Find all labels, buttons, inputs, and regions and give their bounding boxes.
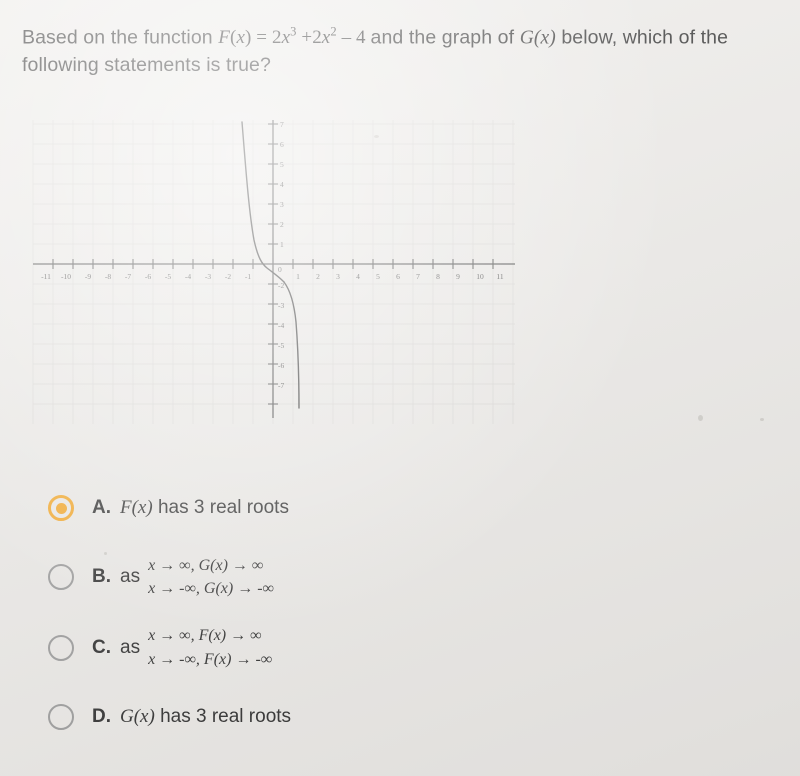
- answer-choice-a[interactable]: A. F(x) has 3 real roots: [48, 486, 748, 530]
- choice-b-limit-line-2: x → -∞, G(x) → -∞: [148, 580, 274, 598]
- svg-text:-9: -9: [85, 272, 91, 281]
- question-middle: and the graph of: [370, 26, 515, 49]
- constant-term: 4: [356, 27, 366, 49]
- choice-letter-a: A.: [92, 497, 111, 518]
- term2-coefficient: 2: [312, 27, 322, 49]
- svg-text:5: 5: [376, 272, 380, 281]
- y-axis-tick-labels: 7 6 5 4 3 2 1 0 -2 -3 -4 -5 -6 -7: [278, 120, 284, 390]
- svg-text:1: 1: [296, 272, 300, 281]
- answer-choice-b[interactable]: B. as x → ∞, G(x) → ∞ x → -∞, G(x) → -∞: [48, 554, 748, 600]
- photo-speck: [698, 415, 703, 421]
- choice-c-as-word: as: [120, 636, 141, 658]
- svg-text:9: 9: [456, 272, 460, 281]
- choice-c-limits: x → ∞, F(x) → ∞ x → -∞, F(x) → -∞: [148, 624, 272, 670]
- choice-b-limits: x → ∞, G(x) → ∞ x → -∞, G(x) → -∞: [148, 554, 274, 600]
- radio-button-c[interactable]: [48, 634, 74, 661]
- function-curve: [241, 121, 285, 283]
- svg-text:0: 0: [278, 265, 282, 274]
- svg-text:5: 5: [280, 160, 284, 169]
- photo-speck: [760, 418, 764, 421]
- function-name: F: [218, 27, 230, 49]
- svg-text:-11: -11: [41, 272, 51, 281]
- radio-button-a[interactable]: [48, 495, 74, 521]
- svg-text:6: 6: [396, 272, 400, 281]
- svg-text:4: 4: [280, 180, 284, 189]
- photo-speck: [374, 135, 379, 138]
- svg-text:-3: -3: [205, 272, 211, 281]
- choice-a-function: F(x): [120, 497, 153, 518]
- question-prefix: Based on the function: [22, 26, 213, 49]
- svg-text:-2: -2: [225, 272, 231, 281]
- svg-text:3: 3: [280, 200, 284, 209]
- choice-letter-d: D.: [92, 705, 111, 727]
- answer-choices: A. F(x) has 3 real roots B. as x → ∞, G(…: [48, 486, 748, 763]
- radio-button-b[interactable]: [48, 564, 74, 591]
- choice-letter-c: C.: [92, 636, 111, 658]
- choice-letter-b: B.: [92, 566, 111, 588]
- function-curve-lower: [283, 281, 300, 409]
- svg-text:2: 2: [316, 272, 320, 281]
- radio-button-d[interactable]: [48, 703, 74, 730]
- term1-coefficient: 2: [271, 27, 282, 49]
- svg-text:7: 7: [416, 272, 420, 281]
- svg-text:-8: -8: [105, 272, 111, 281]
- choice-b-limit-line-1: x → ∞, G(x) → ∞: [148, 557, 264, 574]
- svg-text:-6: -6: [278, 361, 284, 370]
- term1-exponent: 3: [290, 25, 297, 39]
- choice-d-tail: has 3 real roots: [154, 705, 292, 727]
- svg-text:-3: -3: [278, 301, 284, 310]
- svg-text:1: 1: [280, 240, 284, 249]
- term2-exponent: 2: [330, 25, 337, 39]
- svg-text:-5: -5: [165, 272, 171, 281]
- svg-text:11: 11: [496, 272, 503, 281]
- choice-text-d: G(x) has 3 real roots: [120, 706, 291, 728]
- svg-text:2: 2: [280, 220, 284, 229]
- plus-sign: +: [301, 27, 313, 49]
- svg-text:-4: -4: [185, 272, 191, 281]
- choice-c-limit-line-1: x → ∞, F(x) → ∞: [148, 627, 262, 645]
- answer-choice-c[interactable]: C. as x → ∞, F(x) → ∞ x → -∞, F(x) → -∞: [48, 624, 748, 670]
- coordinate-plane-svg: -11 -10 -9 -8 -7 -6 -5 -4 -3 -2 -1 1 2 3…: [32, 120, 515, 424]
- answer-choice-d[interactable]: D. G(x) has 3 real roots: [48, 695, 748, 739]
- svg-text:-4: -4: [278, 321, 284, 330]
- svg-text:-7: -7: [278, 381, 284, 390]
- function-equals: =: [256, 27, 268, 49]
- question-text: Based on the function F(x) = 2x3 +2x2 – …: [22, 24, 780, 80]
- svg-text:7: 7: [280, 120, 284, 129]
- function-paren-close: ): [244, 27, 252, 49]
- svg-text:-6: -6: [145, 272, 151, 281]
- svg-text:3: 3: [336, 272, 340, 281]
- choice-d-function: G(x): [120, 705, 155, 727]
- term1-base: x: [281, 27, 291, 49]
- svg-text:8: 8: [436, 272, 440, 281]
- choice-b-as-word: as: [120, 566, 141, 588]
- graph-function-name: G(x): [519, 27, 556, 49]
- choice-a-tail: has 3 real roots: [152, 497, 289, 518]
- svg-text:-5: -5: [278, 341, 284, 350]
- svg-text:10: 10: [476, 272, 484, 281]
- svg-text:-1: -1: [245, 272, 251, 281]
- minus-sign: –: [341, 27, 352, 49]
- svg-text:-7: -7: [125, 272, 131, 281]
- function-expression: F(x) = 2x3 +2x2 – 4: [218, 25, 370, 49]
- graph-figure: -11 -10 -9 -8 -7 -6 -5 -4 -3 -2 -1 1 2 3…: [28, 112, 534, 432]
- svg-text:4: 4: [356, 272, 360, 281]
- svg-text:-10: -10: [61, 272, 71, 281]
- choice-text-a: F(x) has 3 real roots: [120, 497, 289, 519]
- svg-text:6: 6: [280, 140, 284, 149]
- choice-c-limit-line-2: x → -∞, F(x) → -∞: [148, 650, 273, 668]
- function-variable: x: [236, 27, 245, 49]
